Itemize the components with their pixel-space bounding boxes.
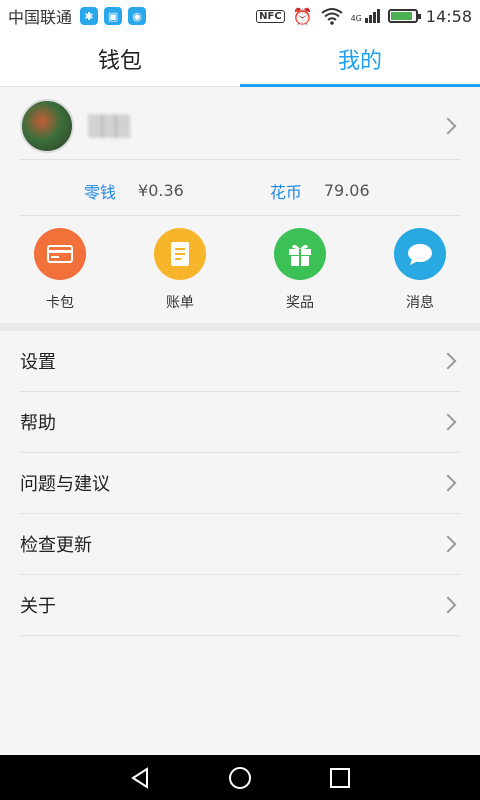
chevron-right-icon — [439, 474, 457, 492]
message-icon — [394, 228, 446, 280]
tab-bar: 钱包 我的 — [0, 32, 480, 87]
battery-icon — [387, 9, 421, 23]
profile-row[interactable]: ▒▒▒ — [20, 96, 460, 160]
username: ▒▒▒ — [88, 113, 130, 138]
menu-item-label: 设置 — [20, 352, 56, 373]
coin-balance-label[interactable]: 花币 — [270, 179, 302, 203]
gift-icon — [274, 228, 326, 280]
network-type: 4G — [350, 14, 362, 23]
back-button[interactable] — [120, 758, 160, 798]
menu-item-label: 关于 — [20, 596, 56, 617]
chevron-right-icon — [439, 352, 457, 370]
quick-action-label: 消息 — [406, 295, 434, 311]
change-balance-label[interactable]: 零钱 — [84, 179, 116, 203]
chevron-right-icon — [439, 117, 457, 134]
status-bar: 中国联通 ✱ ▣ ◉ NFC ⏰ 4G 14:58 — [0, 0, 480, 32]
back-icon — [131, 766, 148, 789]
home-icon — [229, 766, 251, 789]
quick-action-message[interactable]: 消息 — [360, 228, 480, 318]
menu-item-settings[interactable]: 设置 — [20, 331, 460, 392]
quick-action-prize[interactable]: 奖品 — [240, 228, 360, 318]
menu-item-check-update[interactable]: 检查更新 — [20, 514, 460, 575]
navigation-bar — [0, 755, 480, 800]
signal-icon: 4G — [351, 9, 380, 23]
quick-action-label: 奖品 — [286, 295, 314, 311]
bill-icon — [154, 228, 206, 280]
balance-row: 零钱 ¥0.36 花币 79.06 — [20, 166, 460, 216]
quick-action-bill[interactable]: 账单 — [120, 228, 240, 318]
card-icon — [34, 228, 86, 280]
quick-action-label: 卡包 — [46, 295, 74, 311]
menu-item-about[interactable]: 关于 — [20, 575, 460, 636]
coin-balance-value: 79.06 — [323, 181, 370, 200]
recents-button[interactable] — [320, 758, 360, 798]
home-button[interactable] — [220, 758, 260, 798]
avatar[interactable] — [20, 98, 74, 153]
nfc-icon: NFC — [256, 9, 285, 23]
menu-item-feedback[interactable]: 问题与建议 — [20, 453, 460, 514]
quick-action-label: 账单 — [166, 295, 194, 311]
quick-actions: 卡包 账单 奖品 消息 — [0, 228, 480, 318]
bluetooth-icon: ✱ — [80, 7, 99, 25]
alarm-icon: ⏰ — [292, 6, 313, 26]
menu-item-label: 检查更新 — [20, 535, 92, 556]
tab-wallet[interactable]: 钱包 — [0, 32, 240, 86]
recents-icon — [330, 767, 350, 788]
quick-action-card[interactable]: 卡包 — [0, 228, 120, 318]
wifi-hotspot-icon: ◉ — [128, 7, 147, 25]
section-separator — [0, 323, 480, 331]
clock: 14:58 — [425, 6, 472, 26]
chevron-right-icon — [439, 535, 457, 553]
profile-section: ▒▒▒ 零钱 ¥0.36 花币 79.06 卡包 账单 奖品 消息 — [0, 88, 480, 323]
image-icon: ▣ — [104, 7, 123, 25]
menu-item-label: 问题与建议 — [20, 474, 110, 495]
wifi-icon — [320, 8, 343, 25]
battery-fill — [390, 12, 412, 20]
chevron-right-icon — [439, 596, 457, 614]
carrier-name: 中国联通 — [8, 8, 73, 27]
chevron-right-icon — [439, 413, 457, 431]
settings-menu: 设置 帮助 问题与建议 检查更新 关于 — [0, 331, 480, 636]
menu-item-label: 帮助 — [20, 413, 56, 434]
tab-mine[interactable]: 我的 — [240, 32, 480, 87]
menu-item-help[interactable]: 帮助 — [20, 392, 460, 453]
change-balance-value: ¥0.36 — [138, 181, 184, 200]
